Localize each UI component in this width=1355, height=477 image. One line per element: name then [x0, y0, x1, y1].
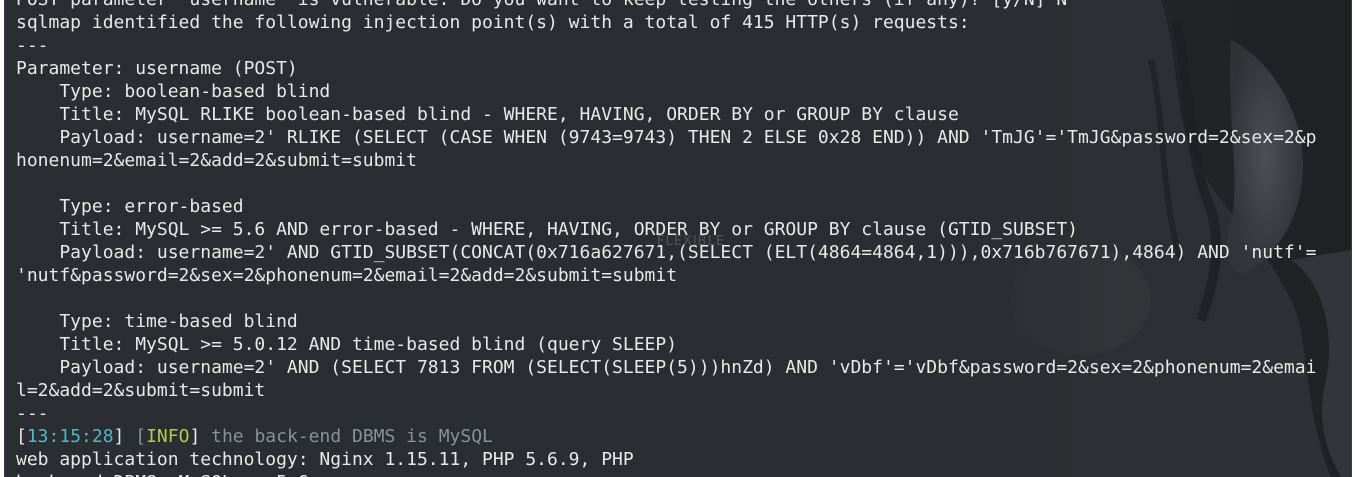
- terminal-line: 'nutf&password=2&sex=2&phonenum=2&email=…: [16, 265, 678, 286]
- terminal-line: Type: time-based blind: [16, 311, 298, 332]
- terminal-output: POST parameter 'username' is vulnerable.…: [16, 0, 1316, 477]
- terminal-line: Type: error-based: [16, 196, 244, 217]
- terminal-line: Title: MySQL RLIKE boolean-based blind -…: [16, 104, 959, 125]
- terminal-line: web application technology: Nginx 1.15.1…: [16, 449, 634, 470]
- log-timestamp: 13:15:28: [26, 426, 114, 447]
- terminal-line: sqlmap identified the following injectio…: [16, 12, 970, 33]
- terminal-window[interactable]: FLEXIBLE POST parameter 'username' is vu…: [4, 0, 1352, 477]
- bracket-open: [: [135, 426, 147, 447]
- info-log-line: [13:15:28] [INFO] the back-end DBMS is M…: [16, 425, 1316, 448]
- terminal-line: Payload: username=2' RLIKE (SELECT (CASE…: [16, 127, 1317, 148]
- terminal-line: ---: [16, 403, 49, 424]
- terminal-line: Type: boolean-based blind: [16, 81, 331, 102]
- terminal-line: Title: MySQL >= 5.0.12 AND time-based bl…: [16, 334, 678, 355]
- terminal-line: Title: MySQL >= 5.6 AND error-based - WH…: [16, 219, 1079, 240]
- bracket-open: [: [16, 426, 27, 447]
- terminal-line: POST parameter 'username' is vulnerable.…: [16, 0, 1316, 11]
- log-level-tag: INFO: [146, 426, 190, 447]
- terminal-line: Payload: username=2' AND GTID_SUBSET(CON…: [16, 242, 1317, 263]
- terminal-line: Parameter: username (POST): [16, 58, 298, 79]
- terminal-line: ---: [16, 35, 49, 56]
- bracket-close: ]: [113, 426, 136, 447]
- bracket-close: ]: [189, 426, 201, 447]
- log-message: the back-end DBMS is MySQL: [200, 426, 493, 447]
- terminal-line: l=2&add=2&submit=submit: [16, 380, 266, 401]
- terminal-line: honenum=2&email=2&add=2&submit=submit: [16, 150, 417, 171]
- terminal-line: back-end DBMS: MySQL >= 5.6: [16, 471, 1316, 477]
- terminal-line: Payload: username=2' AND (SELECT 7813 FR…: [16, 357, 1317, 378]
